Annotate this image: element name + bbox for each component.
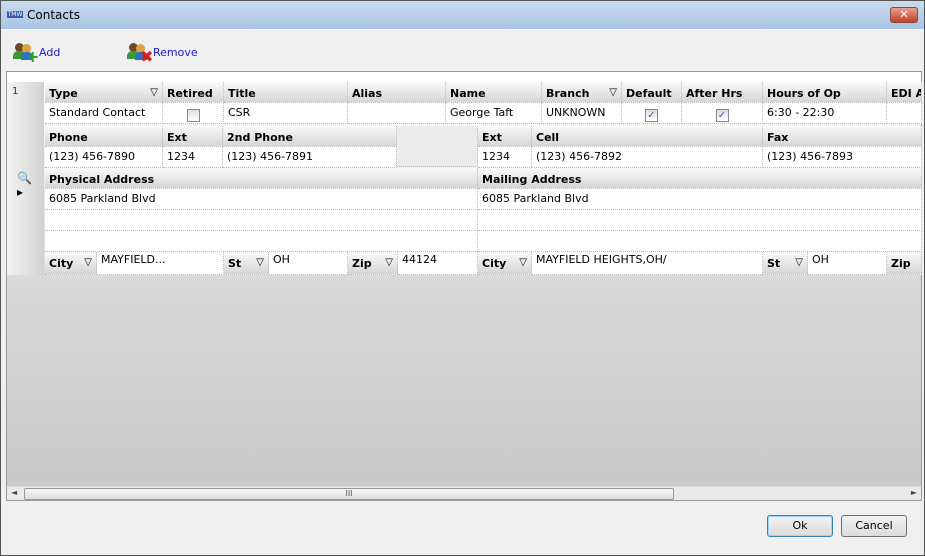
filter-icon[interactable]: ▽	[795, 257, 803, 268]
retired-checkbox[interactable]	[186, 109, 200, 122]
cell-branch[interactable]: UNKNOWN	[542, 103, 622, 124]
remove-button[interactable]: ✖ Remove	[127, 41, 198, 65]
col-header-physical-address[interactable]: Physical Address	[45, 168, 478, 189]
window-title: Contacts	[27, 8, 80, 22]
app-icon: TMW	[7, 11, 23, 18]
cell-physical-address-3[interactable]	[45, 231, 478, 252]
col-header-ext[interactable]: Ext	[163, 126, 223, 147]
cell-after-hrs[interactable]: ✓	[682, 103, 763, 124]
cell-edi[interactable]	[887, 103, 922, 124]
cell-title[interactable]: CSR	[224, 103, 348, 124]
cell-name[interactable]: George Taft	[446, 103, 542, 124]
horizontal-scrollbar[interactable]: ◄ III ►	[7, 486, 921, 500]
row-number: 1	[12, 86, 19, 97]
remove-label: Remove	[153, 45, 198, 59]
magnifier-expand-icon[interactable]: 🔍▸	[17, 171, 35, 199]
cell-physical-zip[interactable]: 44124	[398, 252, 478, 275]
cell-mailing-address-1[interactable]: 6085 Parkland Blvd	[478, 189, 922, 210]
filter-icon[interactable]: ▽	[609, 87, 617, 98]
col-header-edi[interactable]: EDI A	[887, 82, 922, 103]
add-label: Add	[39, 45, 61, 59]
cell-phone[interactable]: (123) 456-7890	[45, 147, 163, 168]
col-header-cell[interactable]: Cell	[532, 126, 763, 147]
scroll-thumb[interactable]: III	[24, 488, 674, 500]
header-label: Branch	[546, 87, 590, 100]
col-header-type[interactable]: Type ▽	[45, 82, 163, 103]
label-mailing-city: City ▽	[478, 252, 532, 275]
col-header-name[interactable]: Name	[446, 82, 542, 103]
cell-mailing-city[interactable]: MAYFIELD HEIGHTS,OH/	[532, 252, 763, 275]
label-physical-city: City ▽	[45, 252, 97, 275]
col-header-2nd-phone[interactable]: 2nd Phone	[223, 126, 397, 147]
default-checkbox[interactable]: ✓	[645, 109, 658, 122]
zip-label: Zip	[352, 257, 372, 270]
scroll-right-icon[interactable]: ►	[911, 488, 917, 497]
col-header-cell-ext[interactable]: Ext	[478, 126, 532, 147]
filter-icon[interactable]: ▽	[84, 257, 92, 268]
cell-hours[interactable]: 6:30 - 22:30	[763, 103, 887, 124]
cell-cell[interactable]: (123) 456-7892	[532, 147, 763, 168]
col-header-retired[interactable]: Retired	[163, 82, 224, 103]
label-physical-st: St ▽	[224, 252, 269, 275]
cell-mailing-address-3[interactable]	[478, 231, 922, 252]
col-header-alias[interactable]: Alias	[348, 82, 446, 103]
empty-cell	[397, 126, 478, 167]
cell-cell-ext[interactable]: 1234	[478, 147, 532, 168]
col-header-after-hrs[interactable]: After Hrs	[682, 82, 763, 103]
cell-default[interactable]: ✓	[622, 103, 682, 124]
title-bar: TMW Contacts ✕	[1, 1, 924, 29]
filter-icon[interactable]: ▽	[519, 257, 527, 268]
col-header-fax[interactable]: Fax	[763, 126, 922, 147]
label-mailing-zip: Zip	[887, 252, 922, 275]
cell-physical-city[interactable]: MAYFIELD...	[97, 252, 224, 275]
cell-physical-st[interactable]: OH	[269, 252, 348, 275]
cell-physical-address-1[interactable]: 6085 Parkland Blvd	[45, 189, 478, 210]
st-label: St	[228, 257, 242, 270]
cancel-button[interactable]: Cancel	[841, 515, 907, 537]
close-button[interactable]: ✕	[890, 7, 918, 23]
filter-icon[interactable]: ▽	[150, 87, 158, 98]
col-header-phone[interactable]: Phone	[45, 126, 163, 147]
filter-icon[interactable]: ▽	[385, 257, 393, 268]
col-header-default[interactable]: Default	[622, 82, 682, 103]
label-physical-zip: Zip ▽	[348, 252, 398, 275]
cell-mailing-address-2[interactable]	[478, 210, 922, 231]
add-user-icon: +	[13, 41, 39, 65]
ok-button[interactable]: Ok	[767, 515, 833, 537]
city-label: City	[49, 257, 74, 270]
col-header-title[interactable]: Title	[224, 82, 348, 103]
after-hrs-checkbox[interactable]: ✓	[715, 109, 729, 122]
col-header-hours[interactable]: Hours of Op	[763, 82, 887, 103]
st-label: St	[767, 257, 781, 270]
col-header-branch[interactable]: Branch ▽	[542, 82, 622, 103]
col-header-mailing-address[interactable]: Mailing Address	[478, 168, 922, 189]
remove-user-icon: ✖	[127, 41, 153, 65]
cell-physical-address-2[interactable]	[45, 210, 478, 231]
cell-alias[interactable]	[348, 103, 446, 124]
cell-retired[interactable]	[163, 103, 224, 124]
cell-ext[interactable]: 1234	[163, 147, 223, 168]
cell-fax[interactable]: (123) 456-7893	[763, 147, 922, 168]
cell-type[interactable]: Standard Contact	[45, 103, 163, 124]
filter-icon[interactable]: ▽	[256, 257, 264, 268]
scroll-left-icon[interactable]: ◄	[11, 488, 17, 497]
cell-2nd-phone[interactable]: (123) 456-7891	[223, 147, 397, 168]
cell-mailing-st[interactable]: OH	[808, 252, 887, 275]
label-mailing-st: St ▽	[763, 252, 808, 275]
city-label: City	[482, 257, 507, 270]
contacts-window: TMW Contacts ✕ + Add ✖ Remove 1 🔍▸ Type ▽…	[0, 0, 925, 556]
add-button[interactable]: + Add	[13, 41, 61, 65]
header-label: Type	[49, 87, 78, 100]
